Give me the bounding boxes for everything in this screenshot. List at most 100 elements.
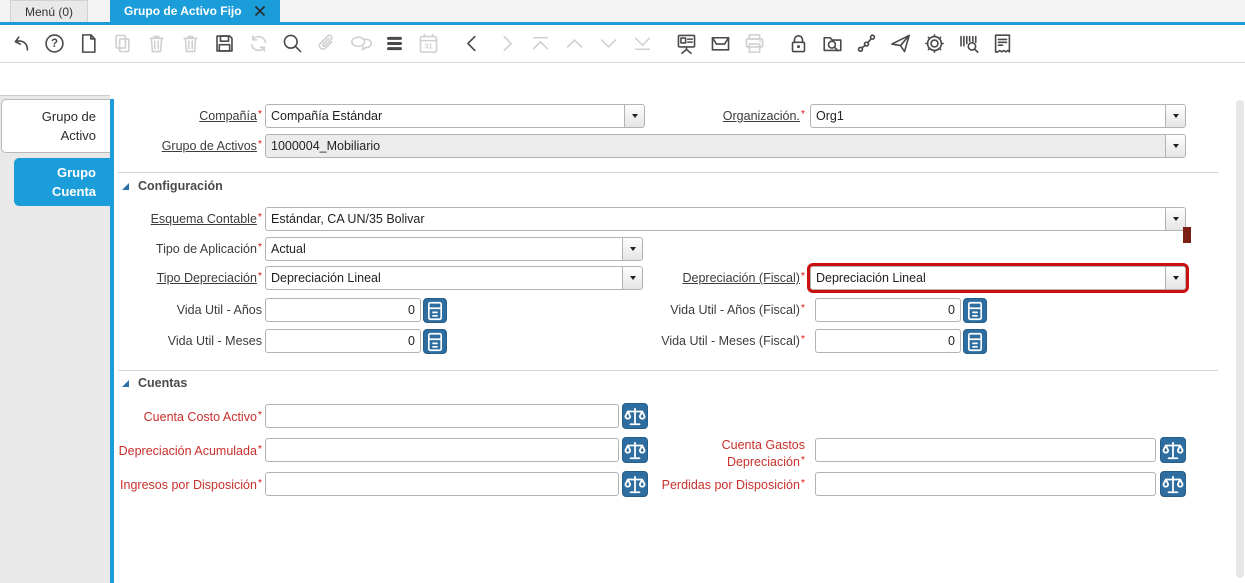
- vida-meses-input[interactable]: [265, 329, 421, 353]
- attachment-icon: [318, 34, 333, 50]
- grupo-activos-combo[interactable]: [265, 134, 1186, 158]
- esquema-contable-combo[interactable]: [265, 207, 1186, 231]
- record-search-button[interactable]: [820, 32, 844, 56]
- copy-record-button[interactable]: [110, 32, 134, 56]
- ingresos-disposicion-input[interactable]: [265, 472, 619, 496]
- calculator-icon: [967, 301, 983, 320]
- attachment-button[interactable]: [314, 32, 338, 56]
- print-button[interactable]: [742, 32, 766, 56]
- tipo-depreciacion-combo[interactable]: [265, 266, 643, 290]
- send-button[interactable]: [888, 32, 912, 56]
- perdidas-disposicion-account-button[interactable]: [1160, 471, 1186, 497]
- tipo-depreciacion-input[interactable]: [266, 267, 622, 289]
- chevron-down-icon: [600, 39, 616, 48]
- lock-icon: [791, 35, 805, 53]
- new-record-button[interactable]: [76, 32, 100, 56]
- vida-meses-fiscal-calculator-button[interactable]: [963, 329, 987, 354]
- vida-meses-fiscal-label: Vida Util - Meses (Fiscal)*: [661, 333, 805, 348]
- workflow-button[interactable]: [854, 32, 878, 56]
- chat-button[interactable]: [348, 32, 372, 56]
- nav-down-button[interactable]: [596, 32, 620, 56]
- vida-meses-fiscal-input[interactable]: [815, 329, 961, 353]
- tab-grupo-activo-fijo[interactable]: Grupo de Activo Fijo: [110, 0, 280, 22]
- archive-button[interactable]: [708, 32, 732, 56]
- help-button[interactable]: ?: [42, 32, 66, 56]
- copy-record-icon: [114, 34, 130, 53]
- section-collapse-icon: [122, 379, 129, 387]
- sidebar-tab-grupo-cuenta[interactable]: Grupo Cuenta: [14, 158, 110, 206]
- new-record-icon: [81, 34, 96, 53]
- save-button[interactable]: [212, 32, 236, 56]
- printer-icon: [745, 34, 763, 53]
- perdidas-disposicion-input[interactable]: [815, 472, 1156, 496]
- calculator-icon: [427, 332, 443, 351]
- nav-previous-button[interactable]: [460, 32, 484, 56]
- cuenta-gastos-depreciacion-account-button[interactable]: [1160, 437, 1186, 463]
- delete-record-button[interactable]: [144, 32, 168, 56]
- compania-input[interactable]: [266, 105, 624, 127]
- chevron-up-icon: [566, 39, 582, 48]
- close-icon[interactable]: [254, 5, 266, 17]
- find-button[interactable]: [280, 32, 304, 56]
- tipo-depreciacion-dropdown-button[interactable]: [622, 267, 642, 289]
- vida-meses-calculator-button[interactable]: [423, 329, 447, 354]
- organizacion-input[interactable]: [811, 105, 1165, 127]
- esquema-contable-dropdown-button[interactable]: [1165, 208, 1185, 230]
- depreciacion-fiscal-input[interactable]: [811, 267, 1165, 289]
- chevron-down-icon: [1172, 114, 1179, 118]
- report-button[interactable]: [674, 32, 698, 56]
- section-cuentas[interactable]: Cuentas: [121, 375, 187, 391]
- toolbar: ? 31: [0, 25, 1245, 63]
- vida-anos-fiscal-calculator-button[interactable]: [963, 298, 987, 323]
- search-icon: [283, 34, 301, 53]
- vida-anos-calculator-button[interactable]: [423, 298, 447, 323]
- vertical-scrollbar[interactable]: [1236, 100, 1244, 578]
- chevron-left-icon: [466, 35, 476, 52]
- section-cuentas-label: Cuentas: [138, 376, 188, 390]
- settings-button[interactable]: [922, 32, 946, 56]
- tab-menu[interactable]: Menú (0): [10, 0, 89, 22]
- depreciacion-fiscal-dropdown-button[interactable]: [1165, 267, 1185, 289]
- vida-anos-fiscal-input[interactable]: [815, 298, 961, 322]
- depreciacion-acumulada-input[interactable]: [265, 438, 619, 462]
- document-button[interactable]: [990, 32, 1014, 56]
- calendar-button[interactable]: 31: [416, 32, 440, 56]
- chevron-down-icon: [1172, 144, 1179, 148]
- cuenta-costo-activo-input[interactable]: [265, 404, 619, 428]
- perdidas-disposicion-label: Perdidas por Disposición*: [661, 477, 805, 492]
- esquema-contable-input[interactable]: [266, 208, 1165, 230]
- nav-next-button[interactable]: [494, 32, 518, 56]
- nav-first-button[interactable]: [528, 32, 552, 56]
- balance-scale-icon: [1162, 441, 1184, 460]
- depreciacion-acumulada-account-button[interactable]: [622, 437, 648, 463]
- list-view-button[interactable]: [382, 32, 406, 56]
- chat-icon: [350, 36, 372, 51]
- balance-scale-icon: [1162, 475, 1184, 494]
- tipo-aplicacion-dropdown-button[interactable]: [622, 238, 642, 260]
- section-configuracion[interactable]: Configuración: [121, 178, 223, 194]
- nav-last-button[interactable]: [630, 32, 654, 56]
- product-search-button[interactable]: [956, 32, 980, 56]
- compania-combo[interactable]: [265, 104, 645, 128]
- delete-selection-icon: [182, 35, 198, 53]
- organizacion-combo[interactable]: [810, 104, 1186, 128]
- section-configuracion-label: Configuración: [138, 179, 223, 193]
- app-window: Menú (0) Grupo de Activo Fijo ? 31 Grupo…: [0, 0, 1245, 583]
- grupo-activos-dropdown-button[interactable]: [1165, 135, 1185, 157]
- nav-up-button[interactable]: [562, 32, 586, 56]
- tipo-aplicacion-combo[interactable]: [265, 237, 643, 261]
- cuenta-costo-activo-account-button[interactable]: [622, 403, 648, 429]
- lock-button[interactable]: [786, 32, 810, 56]
- vida-anos-input[interactable]: [265, 298, 421, 322]
- delete-selection-button[interactable]: [178, 32, 202, 56]
- refresh-button[interactable]: [246, 32, 270, 56]
- depreciacion-fiscal-combo[interactable]: [807, 263, 1189, 293]
- chevron-down-icon: [1172, 276, 1179, 280]
- grupo-activos-input[interactable]: [266, 135, 1165, 157]
- tipo-aplicacion-input[interactable]: [266, 238, 622, 260]
- vida-anos-label: Vida Util - Años: [176, 303, 262, 317]
- cuenta-gastos-depreciacion-input[interactable]: [815, 438, 1156, 462]
- help-icon: ?: [44, 34, 64, 53]
- organizacion-dropdown-button[interactable]: [1165, 105, 1185, 127]
- undo-button[interactable]: [8, 32, 32, 56]
